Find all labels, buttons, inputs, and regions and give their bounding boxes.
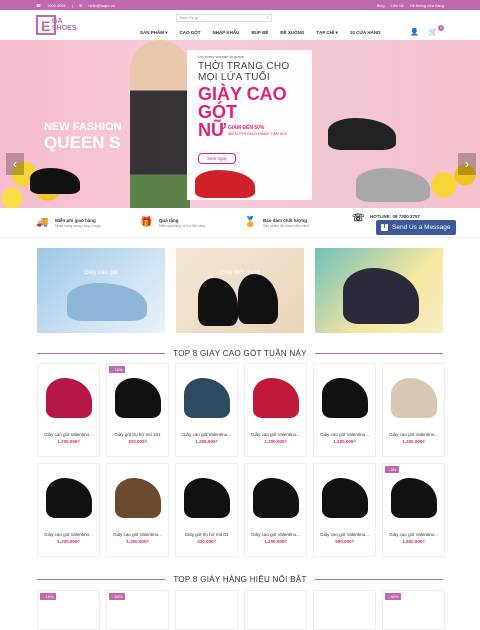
product-card[interactable]: Giày cao gót Valentino... 1.200.000₫ xyxy=(382,363,445,457)
product-card[interactable]: Giày cao gót Valentino... 1.200.000₫ xyxy=(37,463,100,557)
truck-icon: 🚚 xyxy=(36,217,49,228)
shoe-image xyxy=(46,378,92,418)
boot-image xyxy=(198,278,238,326)
shoe-image xyxy=(184,478,230,518)
hero-sale-sub: MIỄN PHÍ GIAO HÀNG TẬN NƠI xyxy=(227,130,288,136)
section-title: TOP 8 GIÀY CAO GÓT TUẦN NÀY xyxy=(37,348,443,358)
cart-count-badge: 0 xyxy=(438,25,444,31)
product-card[interactable]: Giày cao gót Valentino... 590.000₫ xyxy=(313,463,376,557)
product-card[interactable]: - 6% Giày cao gót Valentino... 1.600.000₫ xyxy=(382,463,445,557)
product-card[interactable]: - 16% Giày gót trụ hở mũ 101 310.000₫ xyxy=(106,363,169,457)
shoe-image xyxy=(253,478,299,518)
category-banner-high-heels[interactable]: Giày cao gót xyxy=(37,248,165,333)
top-stores-link[interactable]: Hệ thống cửa hàng xyxy=(410,3,444,8)
discount-badge: - 53% xyxy=(109,593,126,600)
logo[interactable]: E GA SHOES xyxy=(36,12,82,38)
product-card[interactable]: Giày cao gót Valentino... 1.200.000₫ xyxy=(175,363,238,457)
shoe-image xyxy=(67,283,147,321)
product-card[interactable]: Giày cao gót Valentino... 1.200.000₫ xyxy=(106,463,169,557)
shoe-image xyxy=(115,378,161,418)
feature-item: 🚚 Miễn phí giao hàng Nhận hàng trong vòng… xyxy=(36,217,102,228)
slider-prev-arrow[interactable]: ‹ xyxy=(6,153,24,175)
discount-badge: - 16% xyxy=(109,366,126,373)
boot-image xyxy=(238,274,278,324)
shoe-image xyxy=(391,378,437,418)
hero-view-button[interactable]: Xem ngay xyxy=(198,153,237,164)
hotline: ☏ HOTLINE: 08 7300 3757 xyxy=(352,213,421,224)
product-card[interactable] xyxy=(175,590,238,630)
feature-item: 🏅 Bảo đảm chất lượng Sản phẩm đã được kiể… xyxy=(244,217,310,228)
category-banner-fashion[interactable]: Giày thời trang xyxy=(176,248,304,333)
nav-flats[interactable]: BÚP BÊ xyxy=(251,30,268,36)
top-bar: ☎ 1900.0001 | ✉ hello@sapo.vn Blog Liên … xyxy=(0,0,480,10)
product-card[interactable]: - 40% xyxy=(382,590,445,630)
model-image xyxy=(130,40,190,208)
product-card[interactable]: - 53% xyxy=(106,590,169,630)
shoe-image xyxy=(391,478,437,518)
top-contact-link[interactable]: Liên hệ xyxy=(391,3,404,8)
top-email[interactable]: hello@sapo.vn xyxy=(88,3,115,8)
top-blog-link[interactable]: Blog xyxy=(377,3,385,8)
shoe-image xyxy=(322,478,368,518)
nav-high-heels[interactable]: CAO GÓT xyxy=(180,30,201,36)
product-grid: Giày cao gót Valentino... 1.200.000₫ - 16… xyxy=(37,363,445,557)
hero-title2: GIÀY CAO GÓT xyxy=(198,84,287,122)
discount-badge: - 40% xyxy=(385,593,402,600)
nav-wedges[interactable]: ĐẾ XUỒNG xyxy=(280,30,304,36)
hero-slider[interactable]: NEW FASHION QUEEN S Let every woman to g… xyxy=(0,40,480,208)
shoe-image xyxy=(184,378,230,418)
nav-magazine[interactable]: TẠP CHÍ ▾ xyxy=(316,30,337,36)
product-card[interactable]: Giày cao gót Valentino... 1.200.000₫ xyxy=(37,363,100,457)
facebook-icon: f xyxy=(381,224,388,231)
nav-imported[interactable]: NHẬP KHẨU xyxy=(213,30,240,36)
award-icon: 🏅 xyxy=(244,217,257,228)
hero-title3: NỮ xyxy=(198,120,226,140)
feature-item: 🎁 Quà tặng Miễn quà tặng ra khi đặt hàng xyxy=(140,217,206,228)
logo-box: E xyxy=(36,15,56,35)
product-card[interactable]: Giày cao gót Valentino... 1.200.000₫ xyxy=(244,463,307,557)
shoe-image xyxy=(356,168,430,202)
headset-icon: ☏ xyxy=(352,213,365,224)
product-card[interactable] xyxy=(244,590,307,630)
shoe-image xyxy=(328,118,396,150)
product-card[interactable]: - 16% xyxy=(37,590,100,630)
section-title: TOP 8 GIÀY HÀNG HIỆU NỔI BẬT xyxy=(37,574,444,584)
top-phone[interactable]: 1900.0001 xyxy=(47,3,66,8)
nav-products[interactable]: SẢN PHẨM ▾ xyxy=(140,30,168,36)
shoe-image xyxy=(253,378,299,418)
product-card[interactable]: Giày cao gót Valentino... 1.200.000₫ xyxy=(313,363,376,457)
product-card[interactable]: Giày cao gót Valentino... 1.200.000₫ xyxy=(244,363,307,457)
discount-badge: - 6% xyxy=(385,466,400,473)
shoe-image xyxy=(322,378,368,418)
nav-stores[interactable]: 10 CỬA HÀNG xyxy=(350,30,381,36)
hero-queen: QUEEN S xyxy=(44,133,121,152)
cart-icon[interactable]: 🛒 xyxy=(429,28,438,36)
mail-icon: ✉ xyxy=(78,2,83,8)
user-icon[interactable]: 👤 xyxy=(410,28,419,36)
hero-title1: THỜI TRANG CHO MỌI LỨA TUỔI xyxy=(198,61,290,83)
shoe-image xyxy=(115,478,161,518)
discount-badge: - 16% xyxy=(40,593,57,600)
header: E GA SHOES Bạn tìm gì... ⌕ SẢN PHẨM ▾ CA… xyxy=(0,10,480,40)
main-nav: SẢN PHẨM ▾ CAO GÓT NHẬP KHẨU BÚP BÊ ĐẾ X… xyxy=(140,30,393,36)
hero-small-text: Let every woman to grace xyxy=(198,54,245,59)
product-card[interactable]: Giày gót trụ hở mũ 01 320.000₫ xyxy=(175,463,238,557)
shoe-image xyxy=(46,478,92,518)
category-banner-sport[interactable]: Thể thao xyxy=(315,248,443,333)
hero-new-fashion: NEW FASHION xyxy=(44,121,122,133)
product-grid-brands: - 16% - 53% - 40% xyxy=(37,590,445,630)
search-input[interactable]: Bạn tìm gì... ⌕ xyxy=(176,14,272,22)
sneaker-image xyxy=(343,268,419,324)
phone-icon: ☎ xyxy=(36,2,41,8)
gift-icon: 🎁 xyxy=(140,217,153,228)
facebook-message-button[interactable]: f Send Us a Message xyxy=(376,220,456,235)
slider-next-arrow[interactable]: › xyxy=(458,153,476,175)
product-card[interactable] xyxy=(313,590,376,630)
search-icon[interactable]: ⌕ xyxy=(266,15,269,21)
